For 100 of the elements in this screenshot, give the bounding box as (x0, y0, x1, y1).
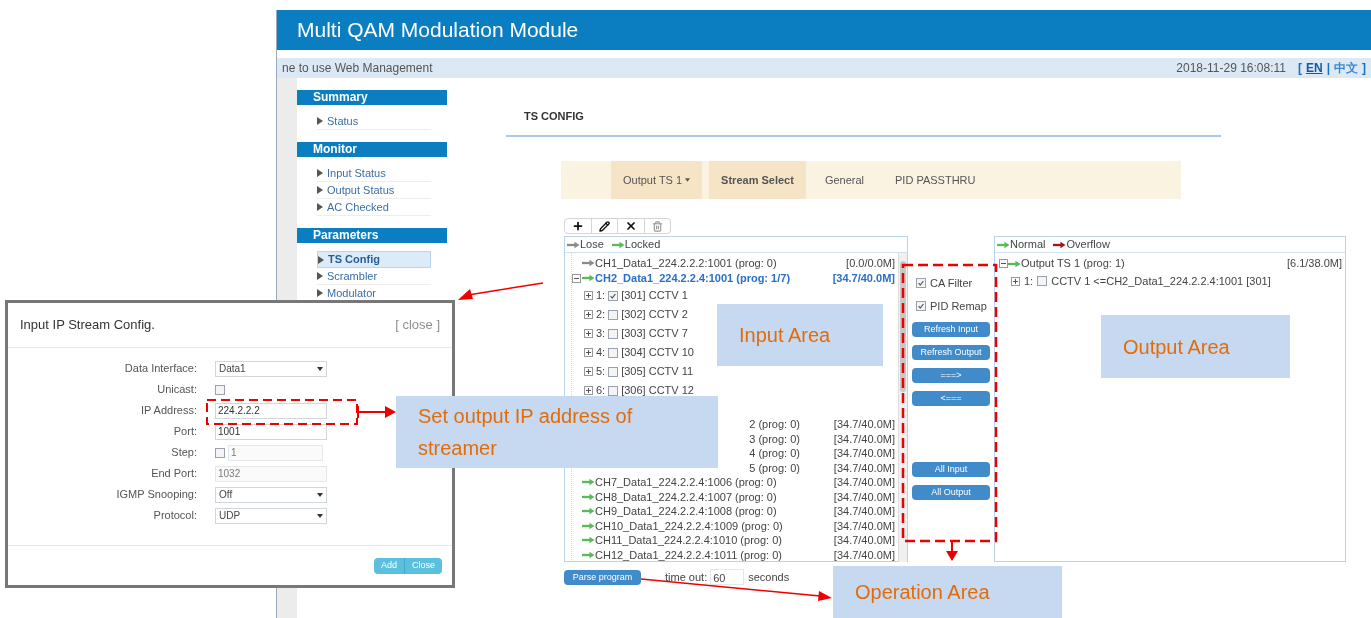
program-label[interactable]: [301] CCTV 1 (621, 287, 688, 304)
caret-icon (685, 178, 691, 182)
collapse-icon[interactable] (572, 273, 581, 283)
sidebar-item[interactable]: Input Status (317, 165, 431, 182)
channel-label[interactable]: CH2_Data1_224.2.2.4:1001 (prog: 1/7) (595, 272, 791, 284)
input-field[interactable]: 224.2.2.2 (215, 402, 327, 419)
operation-button[interactable]: Refresh Input (912, 322, 990, 337)
checkbox[interactable] (608, 385, 619, 396)
field-label: Unicast: (156, 382, 198, 398)
checkbox[interactable] (608, 347, 619, 358)
callout-text: Operation Area (855, 580, 990, 605)
dropdown-tab[interactable]: Output TS 1 (611, 161, 703, 199)
scrollbar[interactable] (898, 253, 907, 562)
legend-label: Lose (580, 237, 604, 253)
field-label: Step: (170, 445, 198, 461)
channel-rate: [34.7/40.0M] (833, 417, 895, 432)
bracket-text: ] (1362, 60, 1366, 77)
channel-rate: [34.7/40.0M] (833, 533, 895, 548)
sidebar-item[interactable]: Output Status (317, 182, 431, 199)
checkbox[interactable] (608, 290, 619, 301)
program-label[interactable]: [302] CCTV 2 (621, 306, 688, 323)
parse-program-button[interactable]: Parse program (564, 569, 641, 585)
select-field[interactable]: UDP (215, 507, 327, 524)
sidebar-item[interactable]: Status (317, 113, 431, 130)
channel-label[interactable]: 3 (prog: 0) (749, 432, 800, 445)
channel-label[interactable]: CH11_Data1_224.2.2.4:1010 (prog: 0) (595, 534, 782, 546)
expand-icon[interactable] (584, 386, 593, 395)
channel-rate: [34.7/40.0M] (833, 431, 895, 447)
select-field[interactable]: Off (215, 486, 327, 503)
channel-label[interactable]: CH8_Data1_224.2.2.4:1007 (prog: 0) (595, 490, 777, 503)
checkbox[interactable] (916, 278, 926, 288)
sidebar-item[interactable]: Scrambler (317, 268, 431, 285)
field-label: IP Address: (139, 403, 198, 419)
channel-label[interactable]: 4 (prog: 0) (749, 447, 800, 459)
expand-icon[interactable] (584, 310, 593, 319)
expand-icon[interactable] (584, 348, 593, 357)
expand-icon[interactable] (584, 291, 593, 300)
tab[interactable]: PID PASSTHRU (883, 161, 988, 199)
channel-label[interactable]: CH1_Data1_224.2.2.2:1001 (prog: 0) (595, 256, 777, 269)
option-label: CA Filter (930, 275, 973, 291)
program-label[interactable]: CCTV 1 <=CH2_Data1_224.2.2.4:1001 [301] (1051, 272, 1271, 290)
field-label: End Port: (150, 466, 198, 482)
field-label: Port: (172, 424, 198, 440)
expand-icon[interactable] (584, 367, 593, 376)
operation-button[interactable]: <=== (912, 391, 990, 406)
checkbox[interactable] (916, 301, 926, 311)
legend-label: Locked (624, 237, 661, 253)
expand-icon[interactable] (584, 329, 593, 338)
tab[interactable]: General (812, 161, 876, 199)
operation-button[interactable]: Refresh Output (912, 345, 990, 360)
channel-rate: [34.7/40.0M] (833, 475, 895, 490)
program-number: 1: (596, 288, 606, 304)
language-link[interactable]: EN (1305, 59, 1323, 77)
checkbox[interactable] (608, 309, 619, 320)
operation-button[interactable]: All Input (912, 462, 990, 477)
program-number: 5: (596, 364, 606, 380)
collapse-icon[interactable] (999, 259, 1008, 268)
pointer-arrow (357, 405, 396, 419)
channel-label[interactable]: 5 (prog: 0) (749, 461, 800, 474)
separator-text: | (1326, 60, 1330, 77)
triangle-bullet-icon (317, 186, 323, 194)
tab[interactable]: Stream Select (709, 161, 806, 199)
sidebar-item[interactable]: TS Config (317, 251, 431, 268)
program-label[interactable]: [304] CCTV 10 (621, 344, 694, 361)
program-label[interactable]: [303] CCTV 7 (621, 325, 688, 342)
triangle-bullet-icon (318, 255, 324, 264)
welcome-text: ne to use Web Management (282, 60, 433, 77)
channel-label[interactable]: CH12_Data1_224.2.2.4:1011 (prog: 0) (595, 548, 782, 561)
channel-label[interactable]: CH10_Data1_224.2.2.4:1009 (prog: 0) (595, 519, 783, 532)
checkbox[interactable] (1037, 276, 1048, 286)
select-field[interactable]: Data1 (215, 360, 327, 377)
channel-label[interactable]: CH9_Data1_224.2.2.4:1008 (prog: 0) (595, 505, 777, 517)
sidebar-item[interactable]: AC Checked (317, 199, 431, 216)
option-label: PID Remap (930, 298, 987, 314)
input-field[interactable]: 1001 (215, 423, 327, 440)
date-time: 2018-11-29 16:08:11 (1176, 60, 1286, 77)
field-label: Protocol: (152, 508, 198, 524)
operation-button[interactable]: All Output (912, 485, 990, 500)
triangle-bullet-icon (317, 289, 323, 297)
checkbox[interactable] (608, 366, 619, 377)
bracket-text: [ (1297, 60, 1302, 77)
program-number: 2: (596, 307, 606, 323)
channel-label[interactable]: CH7_Data1_224.2.2.4:1006 (prog: 0) (595, 476, 777, 488)
channel-rate: [34.7/40.0M] (833, 504, 895, 519)
output-label[interactable]: Output TS 1 (prog: 1) (1021, 255, 1125, 272)
timeout-input[interactable]: 60 (710, 569, 745, 586)
channel-label[interactable]: 2 (prog: 0) (749, 418, 800, 430)
expand-icon[interactable] (1011, 276, 1020, 286)
program-label[interactable]: [305] CCTV 11 (621, 363, 694, 380)
field-label: Data Interface: (123, 361, 198, 377)
triangle-bullet-icon (317, 272, 323, 280)
checkbox[interactable] (608, 328, 619, 339)
dialog-title: Input IP Stream Config. (20, 316, 155, 335)
program-label[interactable]: [306] CCTV 12 (621, 382, 694, 399)
triangle-bullet-icon (317, 117, 323, 125)
caret-icon (317, 366, 323, 371)
sidebar-section-header: Summary (297, 90, 447, 105)
operation-button[interactable]: ===> (912, 368, 990, 383)
checkbox[interactable] (215, 384, 225, 395)
channel-rate: [0.0/0.0M] (846, 255, 895, 271)
